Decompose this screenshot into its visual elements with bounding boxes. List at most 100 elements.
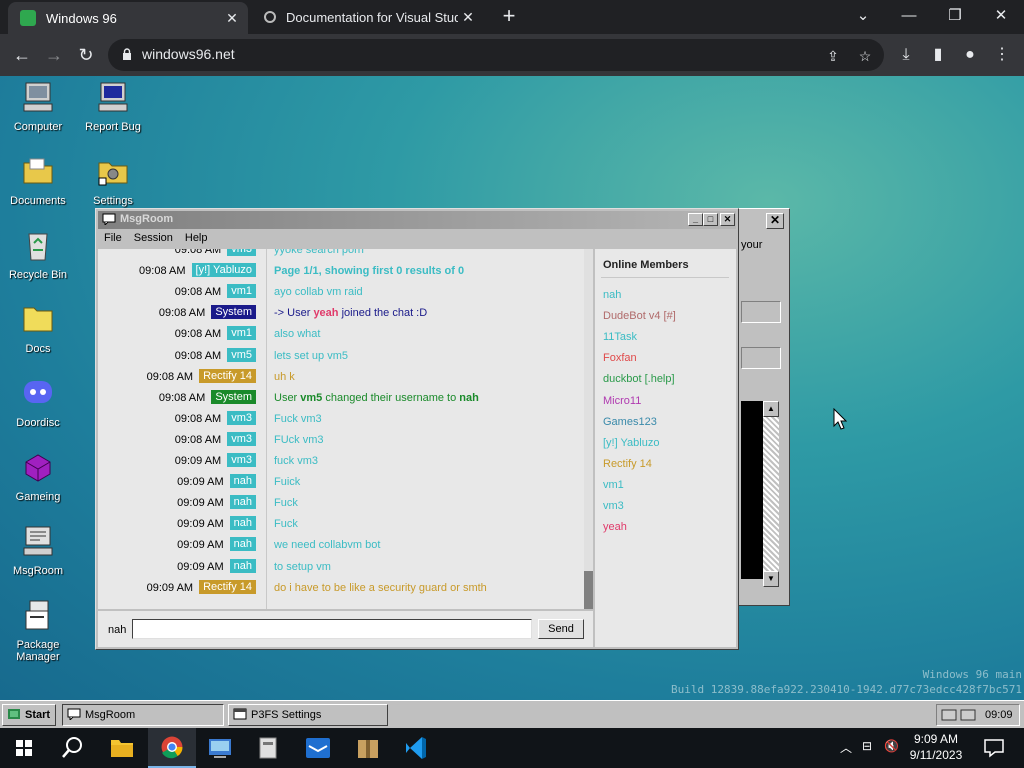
- desktop-icon-msgroom[interactable]: MsgRoom: [0, 524, 76, 577]
- back-arrow-icon[interactable]: ←: [10, 43, 34, 67]
- show-hidden-icons-chevron-icon[interactable]: ︿: [840, 739, 852, 756]
- message-username-badge[interactable]: vm3: [227, 410, 256, 425]
- settings-icon: [98, 162, 128, 186]
- settings-field[interactable]: [741, 347, 781, 369]
- message-username-badge[interactable]: Rectify 14: [199, 368, 256, 383]
- network-icon[interactable]: ⊟: [862, 739, 872, 753]
- settings-output-area: [741, 401, 763, 579]
- message-username-badge[interactable]: vm1: [227, 284, 256, 299]
- message-username-badge[interactable]: nah: [229, 495, 256, 510]
- close-tab-icon[interactable]: ✕: [458, 9, 478, 26]
- more-menu-icon[interactable]: ⋮: [990, 43, 1014, 67]
- message-username-badge[interactable]: vm3: [227, 431, 256, 446]
- message-username-badge[interactable]: System: [211, 305, 256, 320]
- globe-icon: [264, 11, 276, 23]
- control-panel-icon[interactable]: [196, 728, 244, 768]
- chat-scrollbar[interactable]: [584, 249, 593, 609]
- bookmark-star-icon[interactable]: ☆: [856, 47, 874, 65]
- reload-icon[interactable]: ↻: [74, 43, 98, 67]
- send-button[interactable]: Send: [538, 619, 584, 639]
- member-item[interactable]: Rectify 14: [603, 458, 652, 470]
- message-username-badge[interactable]: vm5: [227, 347, 256, 362]
- tab-visual-studio-docs[interactable]: Documentation for Visual Studio ✕: [252, 0, 484, 34]
- message-text: ayo collab vm raid: [274, 286, 363, 299]
- windows-start-icon[interactable]: [0, 728, 48, 768]
- desktop-icon-documents[interactable]: Documents: [0, 154, 76, 207]
- member-item[interactable]: Games123: [603, 416, 657, 428]
- menu-session[interactable]: Session: [128, 231, 179, 245]
- share-icon[interactable]: ⇪: [824, 47, 842, 65]
- tab-windows-96[interactable]: Windows 96 ✕: [8, 2, 248, 34]
- maximize-button[interactable]: □: [703, 213, 718, 226]
- member-item[interactable]: vm3: [603, 500, 624, 512]
- package-app-icon[interactable]: [244, 728, 292, 768]
- message-timestamp: 09:09 AM: [174, 455, 222, 467]
- taskbar-item-msgroom[interactable]: MsgRoom: [62, 704, 224, 726]
- close-icon[interactable]: ✕: [766, 213, 784, 229]
- scrollbar[interactable]: [763, 401, 779, 579]
- member-item[interactable]: [y!] Yabluzo: [603, 437, 659, 449]
- message-username-badge[interactable]: nah: [229, 537, 256, 552]
- file-explorer-icon[interactable]: [98, 728, 146, 768]
- desktop-icon-doordisc[interactable]: Doordisc: [0, 376, 76, 429]
- close-button[interactable]: ✕: [720, 213, 735, 226]
- desktop-icon-computer[interactable]: Computer: [0, 80, 76, 133]
- chrome-icon[interactable]: [148, 728, 196, 768]
- member-item[interactable]: 11Task: [603, 331, 637, 343]
- message-list[interactable]: vm3 09:08 AM yyoke search porn [y!] Yabluzo…: [98, 249, 593, 609]
- p3fs-settings-window[interactable]: ✕ your ▲ ▼: [738, 208, 790, 606]
- desktop-icon-report-bug[interactable]: Report Bug: [75, 80, 151, 133]
- desktop-icon-docs[interactable]: Docs: [0, 302, 76, 355]
- side-panel-icon[interactable]: ▮: [926, 43, 950, 67]
- message-username-badge[interactable]: vm3: [227, 249, 256, 256]
- desktop-icon-settings[interactable]: Settings: [75, 154, 151, 207]
- minimize-button[interactable]: —: [894, 4, 924, 28]
- mail-app-icon[interactable]: [294, 728, 342, 768]
- download-icon[interactable]: ⤓: [894, 43, 918, 67]
- message-username-badge[interactable]: vm3: [227, 453, 256, 467]
- minimize-button[interactable]: _: [688, 213, 703, 226]
- taskbar-clock[interactable]: 9:09 AM 9/11/2023: [896, 731, 976, 763]
- message-input[interactable]: [132, 619, 532, 639]
- message-text: do i have to be like a security guard or…: [274, 581, 487, 594]
- member-item[interactable]: vm1: [603, 479, 624, 491]
- member-item[interactable]: nah: [603, 289, 621, 301]
- message-username-badge[interactable]: System: [211, 389, 256, 404]
- tab-search-chevron-icon[interactable]: ⌄: [848, 4, 878, 28]
- message-username-badge[interactable]: [y!] Yabluzo: [191, 263, 256, 278]
- scroll-thumb[interactable]: [584, 571, 593, 609]
- desktop-icon-recycle-bin[interactable]: Recycle Bin: [0, 228, 76, 281]
- search-icon[interactable]: [48, 728, 96, 768]
- taskbar-item-p3fs-settings[interactable]: P3FS Settings: [228, 704, 388, 726]
- message-username-badge[interactable]: nah: [229, 474, 256, 489]
- new-tab-button[interactable]: +: [498, 5, 520, 27]
- close-window-button[interactable]: ✕: [986, 4, 1016, 28]
- address-bar[interactable]: windows96.net ⇪ ☆: [108, 39, 884, 71]
- message-username-badge[interactable]: vm1: [227, 326, 256, 341]
- close-tab-icon[interactable]: ✕: [222, 10, 242, 27]
- profile-icon[interactable]: ●: [958, 43, 982, 67]
- archive-app-icon[interactable]: [344, 728, 392, 768]
- window-titlebar[interactable]: MsgRoom _ □ ✕: [98, 211, 736, 229]
- settings-field[interactable]: [741, 301, 781, 323]
- message-text: Fuick: [274, 476, 301, 489]
- scroll-up-icon[interactable]: ▲: [763, 401, 779, 417]
- desktop-icon-package-manager[interactable]: Package Manager: [0, 598, 76, 663]
- menu-file[interactable]: File: [98, 231, 128, 245]
- message-username-badge[interactable]: Rectify 14: [199, 579, 256, 594]
- member-item[interactable]: Micro11: [603, 395, 641, 407]
- desktop-icon-gameing[interactable]: Gameing: [0, 450, 76, 503]
- member-item[interactable]: Foxfan: [603, 352, 637, 364]
- restore-button[interactable]: ❐: [940, 4, 970, 28]
- notifications-icon[interactable]: [970, 728, 1018, 768]
- member-item[interactable]: duckbot [.help]: [603, 373, 675, 385]
- member-item[interactable]: yeah: [603, 521, 627, 533]
- member-item[interactable]: DudeBot v4 [#]: [603, 310, 676, 322]
- message-username-badge[interactable]: nah: [229, 558, 256, 573]
- start-button[interactable]: Start: [2, 704, 56, 726]
- message-username-badge[interactable]: nah: [229, 516, 256, 531]
- forward-arrow-icon[interactable]: →: [42, 43, 66, 67]
- menu-help[interactable]: Help: [179, 231, 214, 245]
- vscode-icon[interactable]: [392, 728, 440, 768]
- scroll-down-icon[interactable]: ▼: [763, 571, 779, 587]
